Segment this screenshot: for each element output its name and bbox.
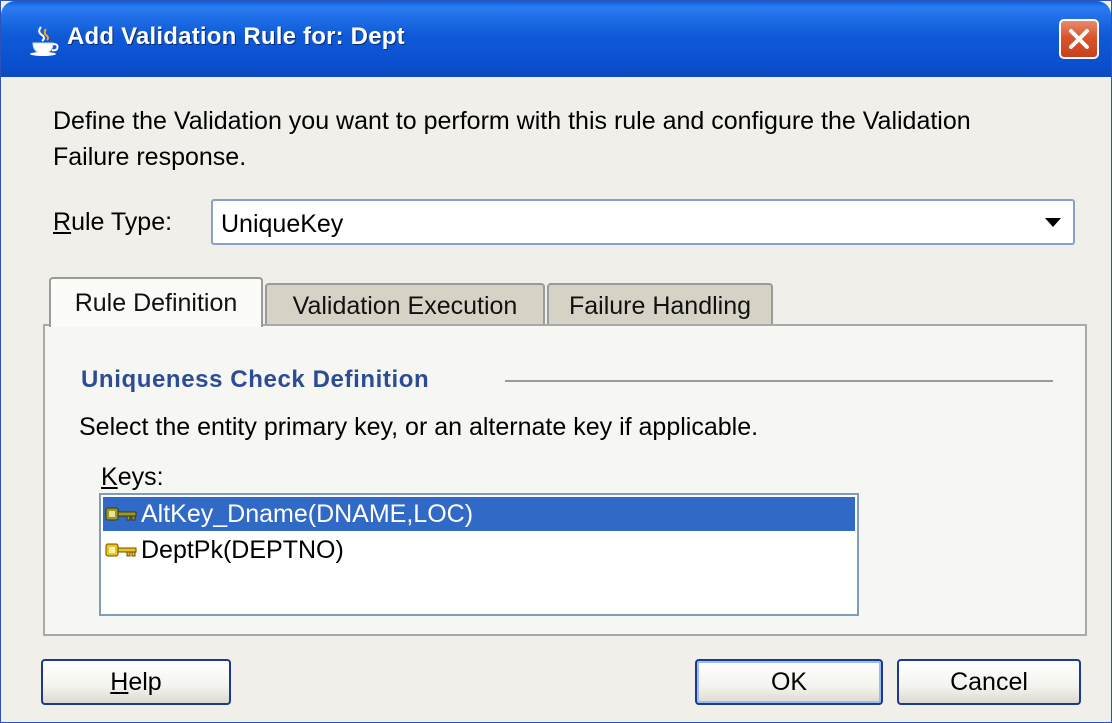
add-validation-rule-dialog: Add Validation Rule for: Dept Define the… (0, 0, 1112, 723)
keys-label-text: eys: (117, 463, 164, 491)
rule-type-value: UniqueKey (221, 210, 344, 238)
alternate-key-icon (105, 507, 137, 521)
title-bar[interactable]: Add Validation Rule for: Dept (1, 1, 1111, 77)
dialog-title: Add Validation Rule for: Dept (67, 23, 405, 50)
help-mnemonic: H (110, 667, 129, 696)
tab-failure-handling[interactable]: Failure Handling (547, 283, 773, 327)
java-cup-icon (30, 26, 59, 56)
dialog-body: Define the Validation you want to perfor… (5, 77, 1107, 720)
keys-label: Keys: (101, 463, 164, 492)
primary-key-icon (105, 543, 137, 557)
chevron-down-icon[interactable] (1045, 218, 1061, 227)
rule-type-mnemonic: R (53, 208, 72, 236)
rule-definition-panel: Uniqueness Check Definition Select the e… (43, 324, 1087, 636)
ok-button[interactable]: OK (695, 659, 883, 705)
instruction-text: Select the entity primary key, or an alt… (79, 413, 759, 441)
rule-type-label: Rule Type: (53, 208, 172, 237)
help-label: elp (128, 667, 162, 696)
key-label: DeptPk(DEPTNO) (141, 535, 344, 564)
rule-type-dropdown[interactable]: UniqueKey (211, 199, 1075, 245)
help-button[interactable]: Help (41, 659, 231, 705)
list-item[interactable]: DeptPk(DEPTNO) (103, 533, 855, 567)
list-item[interactable]: AltKey_Dname(DNAME,LOC) (103, 497, 855, 531)
cancel-button[interactable]: Cancel (897, 659, 1081, 705)
tab-rule-definition[interactable]: Rule Definition (49, 277, 263, 327)
rule-type-label-text: ule Type: (71, 208, 173, 236)
section-divider (505, 380, 1053, 382)
key-label: AltKey_Dname(DNAME,LOC) (141, 499, 474, 528)
section-title: Uniqueness Check Definition (81, 366, 444, 394)
close-icon (1069, 29, 1089, 49)
keys-list[interactable]: AltKey_Dname(DNAME,LOC) DeptPk(DEPTNO) (99, 493, 859, 616)
keys-mnemonic: K (101, 463, 118, 491)
tab-validation-execution[interactable]: Validation Execution (265, 283, 545, 327)
close-button[interactable] (1059, 19, 1099, 59)
dialog-description: Define the Validation you want to perfor… (53, 107, 971, 171)
